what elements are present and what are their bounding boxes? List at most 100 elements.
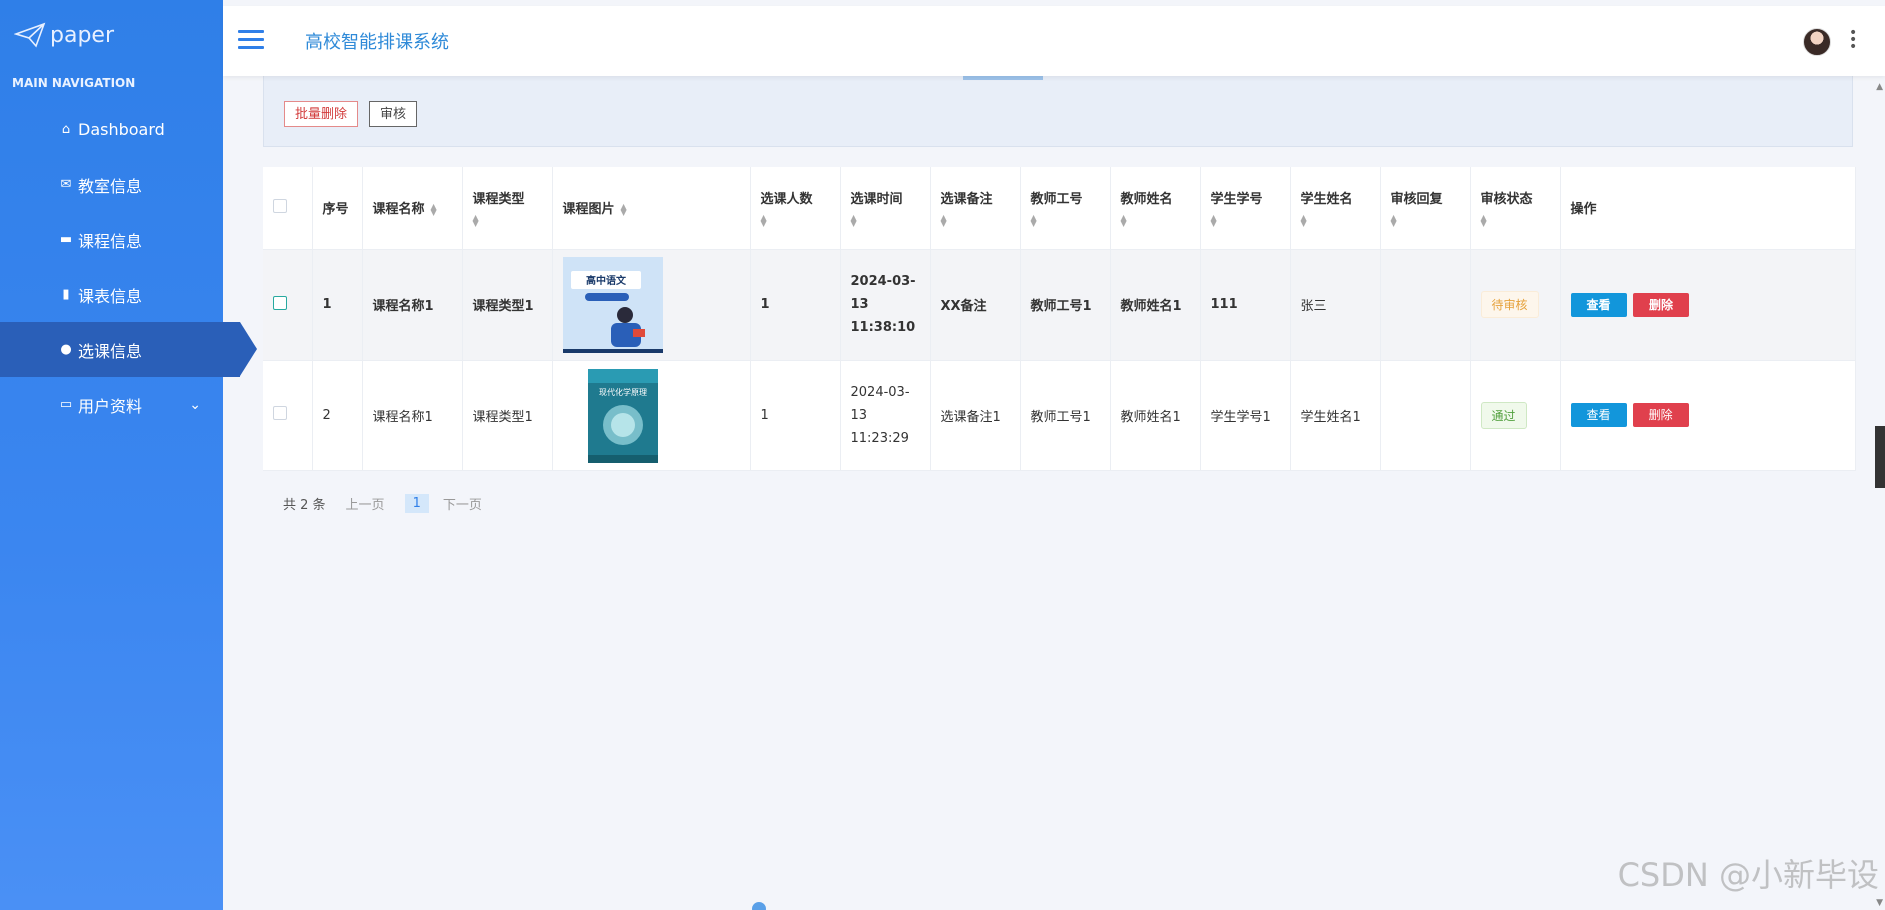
column-header[interactable]: 课程名称 ▲ ▼: [362, 167, 463, 250]
enrollment-table: 序号 课程名称 ▲ ▼ 课程类型 ▲ ▼ 课程图片 ▲ ▼ 选课人数 ▲ ▼ 选课时间 ▲ ▼ 选课…: [263, 167, 1856, 471]
sort-icon[interactable]: ▲ ▼: [621, 202, 627, 216]
sort-icon[interactable]: ▲ ▼: [761, 214, 830, 228]
scrollbar-thumb[interactable]: [1875, 426, 1885, 488]
sidebar-item-label: Dashboard: [78, 120, 165, 139]
reply-cell: [1380, 360, 1471, 471]
sidebar-item-label: 用户资料: [78, 396, 143, 416]
enroll-time-cell: 2024-03-13 11:23:29: [840, 360, 931, 471]
sort-icon[interactable]: ▲ ▼: [1391, 214, 1460, 228]
sort-icon[interactable]: ▲ ▼: [473, 214, 542, 228]
brand-logo[interactable]: paper: [0, 0, 223, 70]
column-header[interactable]: 选课时间 ▲ ▼: [840, 167, 931, 250]
view-button[interactable]: 查看: [1570, 292, 1627, 317]
row-checkbox[interactable]: [273, 406, 287, 420]
scroll-down-icon[interactable]: ▼: [1876, 898, 1883, 908]
page-number-button[interactable]: 1: [404, 494, 429, 513]
actions-cell: 查看 删除: [1560, 249, 1856, 361]
sort-icon[interactable]: ▲ ▼: [1121, 214, 1190, 228]
student-name-cell: 张三: [1290, 249, 1381, 361]
enroll-time-cell: 2024-03-13 11:38:10: [840, 249, 931, 361]
nav-header: MAIN NAVIGATION: [12, 76, 136, 90]
sort-icon[interactable]: ▲ ▼: [1031, 214, 1100, 228]
total-count: 共 2 条: [283, 498, 326, 513]
sort-icon[interactable]: ▲ ▼: [1481, 214, 1550, 228]
delete-button[interactable]: 删除: [1633, 292, 1690, 317]
watermark: CSDN @小新毕设: [1617, 856, 1879, 894]
course-type-cell: 课程类型1: [462, 360, 553, 471]
avatar[interactable]: [1803, 28, 1831, 56]
pagination: 共 2 条 上一页 1 下一页: [283, 494, 502, 513]
view-button[interactable]: 查看: [1570, 403, 1627, 427]
course-image[interactable]: 高中语文: [562, 256, 663, 353]
actions-cell: 查看 删除: [1560, 360, 1856, 471]
sidebar-item-dashboard[interactable]: ⌂ Dashboard: [0, 102, 223, 157]
status-cell: 待审核: [1470, 249, 1561, 361]
more-vertical-icon[interactable]: • • •: [1849, 26, 1857, 54]
sort-icon[interactable]: ▲ ▼: [431, 202, 437, 216]
sidebar-item-course[interactable]: ▬ 课程信息: [0, 212, 223, 267]
card-icon: ▭: [59, 397, 73, 412]
column-header[interactable]: 课程类型 ▲ ▼: [462, 167, 553, 250]
sidebar-item-classroom[interactable]: ✉ 教室信息: [0, 157, 223, 212]
column-header[interactable]: 审核状态 ▲ ▼: [1470, 167, 1561, 250]
row-index: 1: [312, 249, 363, 361]
column-header[interactable]: 学生学号 ▲ ▼: [1200, 167, 1291, 250]
teacher-name-cell: 教师姓名1: [1110, 360, 1201, 471]
sidebar-item-timetable[interactable]: ▮ 课表信息: [0, 267, 223, 322]
sidebar-item-profile[interactable]: ▭ 用户资料 ⌄: [0, 377, 223, 432]
sort-icon[interactable]: ▲ ▼: [1211, 214, 1280, 228]
column-header[interactable]: 教师工号 ▲ ▼: [1020, 167, 1111, 250]
sidebar-item-label: 课表信息: [78, 286, 143, 306]
sort-icon[interactable]: ▲ ▼: [1301, 214, 1370, 228]
column-header: 操作: [1560, 167, 1856, 250]
status-cell: 通过: [1470, 360, 1561, 471]
clipboard-icon: ▮: [62, 287, 70, 302]
course-image[interactable]: 现代化学原理: [578, 367, 678, 463]
reply-cell: [1380, 249, 1471, 361]
search-button-edge: [963, 76, 1043, 80]
image-caption: 高中语文: [586, 274, 627, 287]
menu-toggle-icon[interactable]: [238, 30, 264, 54]
row-select-cell: [263, 249, 313, 361]
course-name-cell: 课程名称1: [362, 249, 463, 361]
paper-plane-icon: [14, 22, 46, 48]
course-name-cell: 课程名称1: [362, 360, 463, 471]
status-badge: 待审核: [1480, 291, 1539, 318]
prev-page-button[interactable]: 上一页: [346, 494, 385, 513]
table-row: 1 课程名称1 课程类型1 高中语文 1 2024-03-13 11:38:10…: [263, 249, 1856, 361]
envelope-icon: ✉: [60, 177, 72, 192]
scroll-up-icon[interactable]: ▲: [1876, 82, 1883, 92]
select-all-checkbox[interactable]: [273, 198, 287, 213]
column-header[interactable]: 审核回复 ▲ ▼: [1380, 167, 1471, 250]
column-header[interactable]: 选课备注 ▲ ▼: [930, 167, 1021, 250]
row-checkbox[interactable]: [273, 295, 287, 310]
course-image-cell: 现代化学原理: [552, 360, 751, 471]
sort-icon[interactable]: ▲ ▼: [851, 214, 920, 228]
table-header-row: 序号 课程名称 ▲ ▼ 课程类型 ▲ ▼ 课程图片 ▲ ▼ 选课人数 ▲ ▼ 选课时间 ▲ ▼ 选课…: [263, 167, 1856, 250]
column-header[interactable]: 课程图片 ▲ ▼: [552, 167, 751, 250]
audit-button[interactable]: 审核: [369, 101, 418, 127]
column-header[interactable]: 教师姓名 ▲ ▼: [1110, 167, 1201, 250]
sidebar-item-label: 教室信息: [78, 176, 143, 196]
briefcase-icon: ▬: [59, 232, 73, 247]
next-page-button[interactable]: 下一页: [443, 494, 482, 513]
teacher-id-cell: 教师工号1: [1020, 360, 1111, 471]
topbar: 高校智能排课系统 • • •: [223, 6, 1885, 76]
floating-dot: [752, 902, 766, 910]
sidebar-item-label: 课程信息: [78, 231, 143, 251]
batch-delete-button[interactable]: 批量删除: [284, 101, 359, 127]
course-image-cell: 高中语文: [552, 249, 751, 361]
remark-cell: XX备注: [930, 249, 1021, 361]
sidebar-item-enrollment[interactable]: ● 选课信息: [0, 322, 257, 377]
column-header[interactable]: 选课人数 ▲ ▼: [750, 167, 841, 250]
delete-button[interactable]: 删除: [1632, 403, 1689, 427]
enroll-count-cell: 1: [750, 360, 841, 471]
column-header: 序号: [312, 167, 363, 250]
row-select-cell: [263, 360, 313, 471]
sort-icon[interactable]: ▲ ▼: [941, 214, 1010, 228]
chevron-down-icon: ⌄: [189, 396, 201, 413]
sidebar: paper MAIN NAVIGATION ⌂ Dashboard ✉ 教室信息…: [0, 0, 257, 910]
sidebar-item-label: 选课信息: [78, 341, 143, 361]
table-row: 2 课程名称1 课程类型1 现代化学原理 1 2024-03-13 11:23:…: [263, 360, 1856, 471]
column-header[interactable]: 学生姓名 ▲ ▼: [1290, 167, 1381, 250]
